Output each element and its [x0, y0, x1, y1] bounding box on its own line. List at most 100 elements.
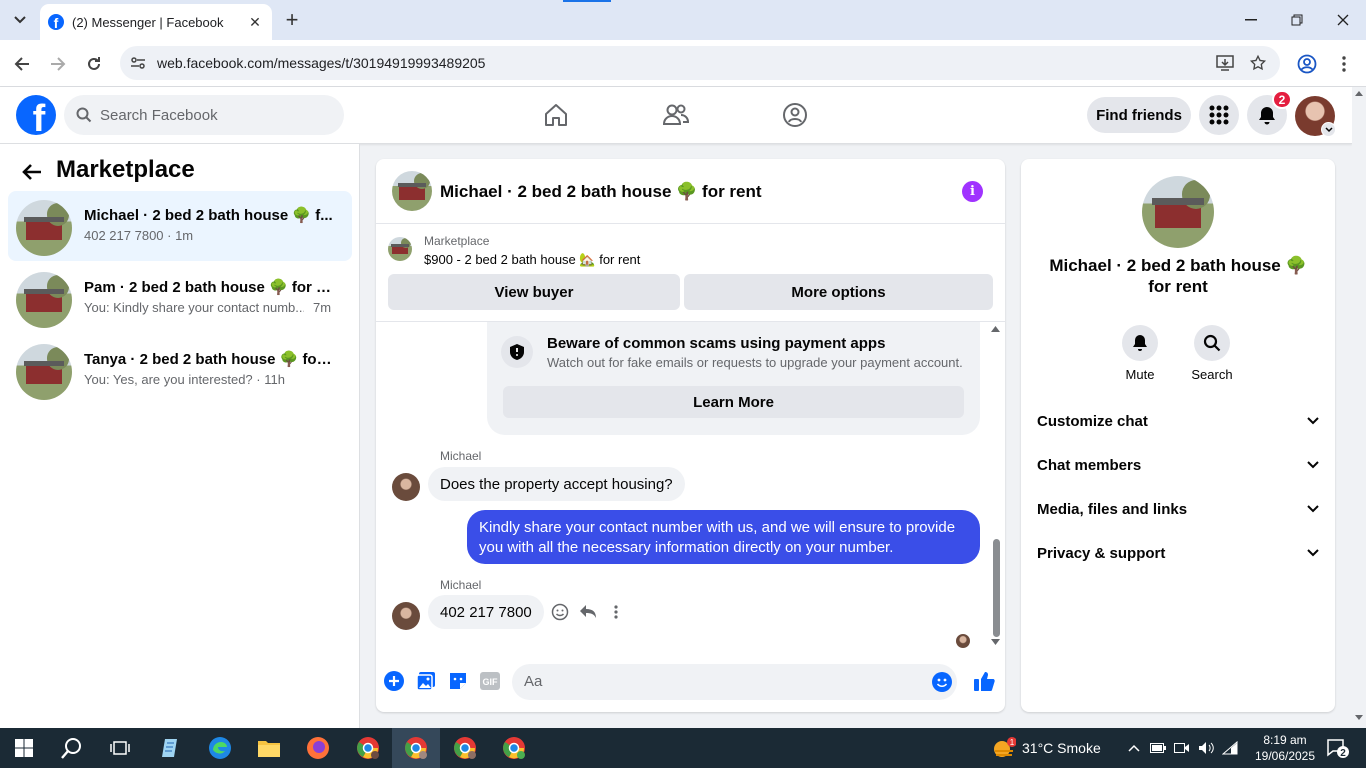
- new-tab-button[interactable]: +: [280, 7, 304, 32]
- file-explorer-icon[interactable]: [255, 734, 283, 762]
- sender-avatar[interactable]: [392, 602, 420, 630]
- grid-menu-icon: [1209, 105, 1229, 125]
- mute-button[interactable]: Mute: [1110, 325, 1170, 382]
- shield-icon: [501, 336, 533, 368]
- sticker-icon[interactable]: [447, 670, 469, 692]
- reload-icon: [88, 57, 100, 70]
- tab-search-dropdown[interactable]: [6, 8, 34, 32]
- scroll-up-icon[interactable]: [991, 326, 1000, 332]
- bell-icon: [1259, 107, 1275, 125]
- chrome-profile-icon[interactable]: [354, 734, 382, 762]
- clock-date: 19/06/2025: [1254, 749, 1316, 763]
- site-settings-icon[interactable]: [130, 55, 146, 71]
- chevron-down-icon: [1307, 505, 1319, 513]
- menu-button[interactable]: [1199, 95, 1239, 135]
- incoming-message[interactable]: 402 217 7800: [428, 595, 544, 629]
- learn-more-button[interactable]: Learn More: [503, 386, 964, 418]
- battery-icon[interactable]: [1146, 734, 1170, 762]
- browser-tab[interactable]: f (2) Messenger | Facebook ✕: [40, 4, 272, 40]
- scroll-down-icon[interactable]: [1355, 715, 1363, 720]
- meet-now-icon[interactable]: [1170, 734, 1194, 762]
- install-app-icon[interactable]: [1214, 53, 1236, 73]
- chrome-profile-icon[interactable]: [500, 734, 528, 762]
- chrome-profile-icon[interactable]: [402, 734, 430, 762]
- incoming-message[interactable]: Does the property accept housing?: [428, 467, 685, 501]
- chrome-profile-icon[interactable]: [451, 734, 479, 762]
- sender-avatar[interactable]: [392, 473, 420, 501]
- reply-icon[interactable]: [577, 601, 599, 623]
- chat-title[interactable]: Michael · 2 bed 2 bath house 🌳 for rent: [440, 182, 762, 202]
- forward-button[interactable]: [44, 50, 72, 78]
- weather-text[interactable]: 31°C Smoke: [1022, 740, 1101, 756]
- conversation-item[interactable]: Pam · 2 bed 2 bath house 🌳 for re... You…: [8, 263, 352, 333]
- sender-name: Michael: [440, 449, 482, 463]
- scrollbar-thumb[interactable]: [993, 539, 1000, 637]
- show-hidden-icons-chevron-up-icon[interactable]: [1121, 734, 1147, 762]
- browser-menu-button[interactable]: [1330, 50, 1358, 78]
- conversation-item[interactable]: Michael · 2 bed 2 bath house 🌳 f... 402 …: [8, 191, 352, 261]
- restore-button[interactable]: [1274, 0, 1320, 40]
- address-bar[interactable]: web.facebook.com/messages/t/301949199934…: [120, 46, 1280, 80]
- more-options-button[interactable]: More options: [684, 274, 993, 310]
- chevron-down-icon: [1307, 549, 1319, 557]
- friends-nav-button[interactable]: [660, 99, 692, 131]
- firefox-icon[interactable]: [304, 734, 332, 762]
- photo-icon[interactable]: [415, 670, 437, 692]
- task-view-icon[interactable]: [106, 734, 134, 762]
- scam-warning-title: Beware of common scams using payment app…: [547, 335, 886, 352]
- search-icon: [76, 107, 92, 123]
- action-center-icon[interactable]: 2: [1325, 736, 1349, 760]
- listing-thumbnail[interactable]: [392, 171, 432, 211]
- close-tab-icon[interactable]: ✕: [246, 13, 264, 31]
- chevron-down-icon[interactable]: [1321, 122, 1336, 137]
- react-emoji-icon[interactable]: [549, 601, 571, 623]
- minimize-button[interactable]: [1228, 0, 1274, 40]
- groups-nav-button[interactable]: [779, 99, 811, 131]
- scroll-up-icon[interactable]: [1355, 91, 1363, 96]
- edge-browser-icon[interactable]: [206, 734, 234, 762]
- facebook-search-input[interactable]: Search Facebook: [64, 95, 344, 135]
- info-icon[interactable]: i: [962, 181, 983, 202]
- back-arrow-icon[interactable]: [20, 160, 44, 184]
- more-vertical-icon[interactable]: [605, 601, 627, 623]
- facebook-logo-icon[interactable]: f: [16, 95, 56, 135]
- close-window-button[interactable]: [1320, 0, 1366, 40]
- plus-circle-icon[interactable]: [383, 670, 405, 692]
- conversation-preview: 402 217 7800 · 1m: [84, 228, 194, 243]
- like-thumbs-up-icon[interactable]: [972, 670, 996, 692]
- conversation-item[interactable]: Tanya · 2 bed 2 bath house 🌳 for ... You…: [8, 335, 352, 405]
- scam-warning-text: Watch out for fake emails or requests to…: [547, 355, 963, 370]
- volume-icon[interactable]: [1194, 734, 1218, 762]
- windows-start-icon[interactable]: [10, 734, 38, 762]
- emoji-icon[interactable]: [932, 672, 952, 692]
- outgoing-message[interactable]: Kindly share your contact number with us…: [467, 510, 980, 564]
- gif-icon[interactable]: GIF: [479, 670, 501, 692]
- page-scrollbar[interactable]: [1352, 87, 1366, 728]
- chat-scrollbar[interactable]: [990, 324, 1000, 649]
- notepad-app-icon[interactable]: [156, 734, 184, 762]
- taskbar-search-icon[interactable]: [58, 734, 86, 762]
- network-icon[interactable]: [1218, 734, 1242, 762]
- listing-title[interactable]: $900 - 2 bed 2 bath house 🏡 for rent: [424, 252, 640, 268]
- home-nav-button[interactable]: [540, 99, 572, 131]
- bookmark-star-icon[interactable]: [1247, 53, 1269, 73]
- message-input[interactable]: Aa: [512, 664, 957, 700]
- chat-header: Michael · 2 bed 2 bath house 🌳 for rent …: [376, 159, 1005, 224]
- sender-name: Michael: [440, 578, 482, 592]
- customize-chat-section[interactable]: Customize chat: [1029, 399, 1327, 443]
- reload-button[interactable]: [80, 50, 108, 78]
- listing-thumbnail[interactable]: [1142, 176, 1214, 248]
- scroll-down-icon[interactable]: [991, 639, 1000, 645]
- clock[interactable]: 8:19 am 19/06/2025: [1250, 732, 1320, 764]
- search-conversation-button[interactable]: Search: [1182, 325, 1242, 382]
- chat-members-section[interactable]: Chat members: [1029, 443, 1327, 487]
- weather-icon[interactable]: 1: [990, 734, 1018, 762]
- profile-button[interactable]: [1293, 50, 1321, 78]
- find-friends-button[interactable]: Find friends: [1087, 97, 1191, 133]
- media-files-links-section[interactable]: Media, files and links: [1029, 487, 1327, 531]
- view-buyer-button[interactable]: View buyer: [388, 274, 680, 310]
- back-button[interactable]: [8, 50, 36, 78]
- listing-thumbnail: [16, 200, 72, 256]
- listing-thumbnail: [16, 344, 72, 400]
- privacy-support-section[interactable]: Privacy & support: [1029, 531, 1327, 575]
